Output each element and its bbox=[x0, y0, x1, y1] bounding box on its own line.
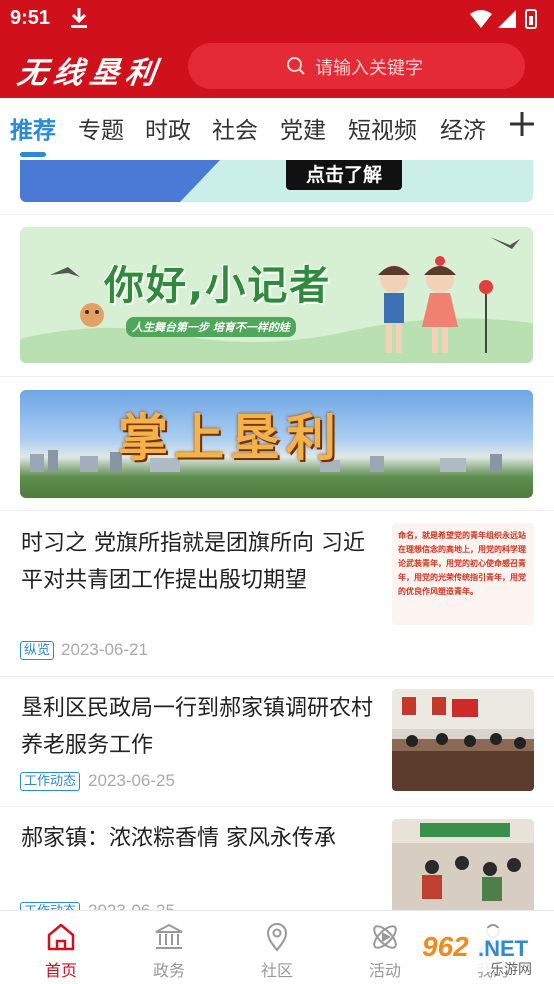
svg-text:962: 962 bbox=[422, 931, 469, 962]
search-placeholder: 请输入关键字 bbox=[315, 58, 423, 79]
news-date: 2023-06-25 bbox=[88, 771, 175, 790]
nav-home[interactable]: 首页 bbox=[6, 911, 116, 984]
app-header: 9:51 无线垦利 请输入关键字 bbox=[0, 0, 554, 98]
news-thumbnail bbox=[392, 819, 534, 910]
bank-icon bbox=[155, 923, 183, 949]
tab-economy[interactable]: 经济 bbox=[440, 111, 486, 145]
atom-play-icon bbox=[373, 925, 397, 949]
svg-text:乐游网: 乐游网 bbox=[490, 962, 532, 978]
active-tab-indicator bbox=[20, 152, 46, 157]
divider bbox=[0, 376, 554, 377]
signal-battery-icon bbox=[470, 9, 537, 29]
home-icon bbox=[47, 923, 75, 951]
tab-party-building[interactable]: 党建 bbox=[280, 111, 326, 145]
reporter-banner-subtitle: 人生舞台第一步 培育不一样的娃 bbox=[126, 317, 296, 337]
kenli-banner-title: 掌上垦利 bbox=[118, 409, 342, 467]
news-date: 2023-06-21 bbox=[61, 640, 148, 659]
learn-more-label: 点击了解 bbox=[286, 160, 402, 190]
tab-topics[interactable]: 专题 bbox=[78, 111, 124, 145]
thumbnail-text: 命名，就是希望党的青年组织永远站在理想信念的高地上，用党的科学理论武装青年，用党… bbox=[398, 531, 526, 596]
nav-label: 社区 bbox=[260, 961, 293, 980]
news-thumbnail bbox=[392, 689, 534, 791]
status-bar: 9:51 bbox=[0, 0, 554, 38]
news-tag: 工作动态 bbox=[20, 772, 81, 791]
download-icon bbox=[71, 8, 87, 28]
news-title: 垦利区民政局一行到郝家镇调研农村养老服务工作 bbox=[21, 696, 374, 758]
kenli-app-banner[interactable]: 掌上垦利 bbox=[20, 390, 533, 498]
add-channel-icon[interactable] bbox=[508, 110, 536, 138]
tab-politics[interactable]: 时政 bbox=[145, 111, 191, 145]
status-time: 9:51 bbox=[10, 7, 51, 29]
reporter-banner[interactable]: 你好,小记者 人生舞台第一步 培育不一样的娃 bbox=[20, 227, 533, 363]
location-pin-icon bbox=[266, 923, 288, 952]
app-logo: 无线垦利 bbox=[15, 56, 164, 91]
news-tag: 纵览 bbox=[20, 641, 55, 660]
tab-recommend[interactable]: 推荐 bbox=[10, 111, 56, 145]
search-icon bbox=[287, 57, 305, 75]
banner-shape bbox=[20, 160, 220, 202]
event-photo bbox=[392, 823, 534, 910]
meeting-photo bbox=[392, 689, 534, 791]
divider bbox=[0, 214, 554, 215]
category-tabs: 推荐 专题 时政 社会 党建 短视频 经济 bbox=[0, 98, 554, 160]
news-item[interactable]: 时习之 党旗所指就是团旗所向 习近平对共青团工作提出殷切期望 纵览 2023-0… bbox=[0, 511, 554, 675]
promo-banner-top[interactable]: 点击了解 bbox=[20, 160, 533, 202]
svg-text:.NET: .NET bbox=[478, 936, 529, 961]
tab-society[interactable]: 社会 bbox=[212, 111, 258, 145]
news-thumbnail: 命名，就是希望党的青年组织永远站在理想信念的高地上，用党的科学理论武装青年，用党… bbox=[392, 523, 534, 625]
news-title: 郝家镇：浓浓粽香情 家风永传承 bbox=[21, 826, 336, 851]
nav-government[interactable]: 政务 bbox=[114, 911, 224, 984]
news-title: 时习之 党旗所指就是团旗所向 习近平对共青团工作提出殷切期望 bbox=[21, 531, 365, 593]
reporter-banner-title: 你好,小记者 bbox=[104, 263, 332, 309]
tab-short-video[interactable]: 短视频 bbox=[348, 111, 417, 145]
nav-label: 首页 bbox=[44, 961, 77, 980]
search-bar[interactable]: 请输入关键字 bbox=[188, 43, 525, 89]
news-item[interactable]: 郝家镇：浓浓粽香情 家风永传承 工作动态 2023-06-25 bbox=[0, 807, 554, 921]
news-item[interactable]: 垦利区民政局一行到郝家镇调研农村养老服务工作 工作动态 2023-06-25 bbox=[0, 677, 554, 805]
nav-community[interactable]: 社区 bbox=[222, 911, 332, 984]
watermark-logo: 962 .NET 乐游网 bbox=[414, 928, 550, 978]
nav-label: 政务 bbox=[152, 961, 185, 980]
